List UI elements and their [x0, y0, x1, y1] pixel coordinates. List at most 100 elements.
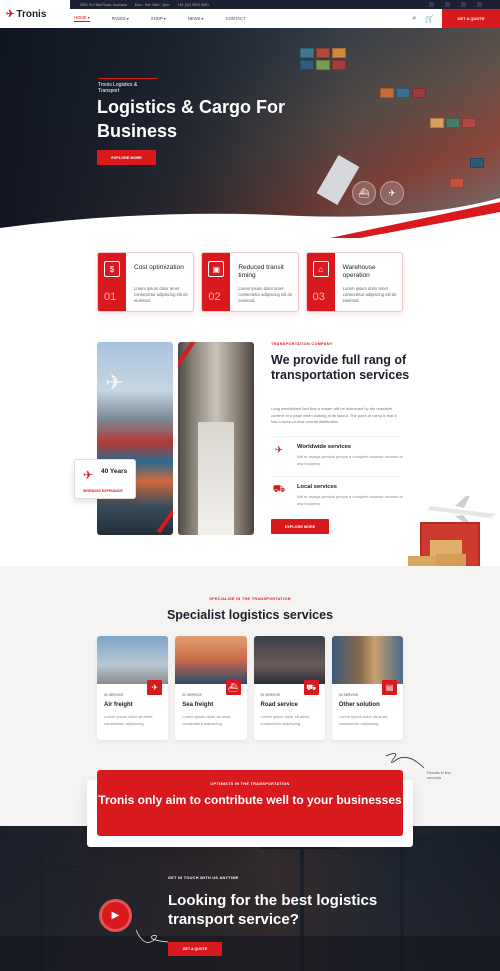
- search-icon[interactable]: ⌕: [412, 15, 416, 23]
- service-text: We're always provide people a complete s…: [297, 494, 404, 506]
- feature-card: $ 01 Cost optimization Lorem ipsum dolor…: [97, 252, 195, 312]
- hero-subtitle: Tronis Logistics & Transport: [98, 78, 158, 94]
- top-info-bar: 3891 St Kilda Road, Australia Mon - Sat:…: [70, 0, 500, 9]
- nav-item-home[interactable]: HOME ▾: [74, 15, 90, 22]
- truck-icon: ⛟: [303, 680, 319, 695]
- experience-label: WORKING EXPRIANCE: [83, 489, 123, 493]
- warehouse-image: [178, 342, 254, 535]
- service-card-other[interactable]: ▤ 04 SERVICE Other solution Lorem ipsum …: [331, 636, 403, 740]
- contact-tag: GET IN TOUCH WITH US ANYTIME: [168, 876, 239, 880]
- contact-quote-button[interactable]: GET A QUOTE: [168, 942, 222, 956]
- card-number: 01 SERVICE: [104, 693, 124, 697]
- sea-freight-image: [175, 636, 247, 684]
- service-title: Local services: [297, 484, 337, 490]
- money-icon: $: [104, 261, 120, 277]
- social-links: [429, 2, 490, 7]
- about-explore-button[interactable]: EXPLORE MORE: [271, 519, 329, 534]
- other-solution-image: [331, 636, 403, 684]
- airplane-port-image: ✈: [97, 342, 173, 535]
- card-title: Other solution: [338, 702, 380, 708]
- about-title: We provide full rang of transportation s…: [271, 353, 410, 382]
- card-title: Road service: [260, 702, 298, 708]
- service-text: We're always provide people a complete s…: [297, 454, 404, 466]
- card-title: Sea freight: [182, 702, 214, 708]
- play-video-button[interactable]: ▶: [99, 899, 132, 932]
- hero-explore-button[interactable]: EXPLORE MORE: [97, 150, 156, 165]
- experience-box: ✈ 40 Years WORKING EXPRIANCE: [74, 459, 136, 499]
- linkedin-icon[interactable]: [477, 2, 482, 7]
- feature-card: ▣ 02 Reduced transit timing Lorem ipsum …: [201, 252, 299, 312]
- nav-item-contact[interactable]: CONTACT: [226, 16, 246, 21]
- air-freight-image: [97, 636, 169, 684]
- results-note: Results in few seconds: [427, 771, 451, 780]
- nav-item-news[interactable]: NEWS ▾: [188, 16, 204, 21]
- service-card-road[interactable]: ⛟ 03 SERVICE Road service Lorem ipsum do…: [253, 636, 325, 740]
- hero-title: Logistics & Cargo For Business: [97, 97, 286, 141]
- play-icon: ▶: [111, 910, 120, 921]
- card-text: Lorem ipsum dolor sit amet, consectetur …: [104, 714, 154, 726]
- feature-number: 03: [312, 291, 325, 303]
- instagram-icon[interactable]: [461, 2, 466, 7]
- main-nav: HOME ▾ PAGES ▾ SHOP ▾ NEWS ▾ CONTACT ⌕ 🛒: [70, 9, 442, 28]
- service-item-worldwide: ✈ Worldwide services We're always provid…: [271, 436, 403, 476]
- get-quote-button[interactable]: GET A QUOTE: [442, 9, 500, 28]
- feature-text: Lorem ipsum dolor amet consectetur adipi…: [134, 286, 188, 303]
- feature-text: Lorem ipsum dolor amet consectetur adipi…: [342, 286, 397, 303]
- feature-title: Reduced transit timing: [238, 264, 284, 279]
- card-title: Air freight: [104, 702, 133, 708]
- feature-text: Lorem ipsum dolor amet consectetur adipi…: [238, 286, 293, 303]
- cta-tag: OPTIMISTS IN THE TRANSPORTATION: [210, 782, 290, 786]
- truck-icon: ⛟: [272, 483, 286, 495]
- logo-text: Tronis: [16, 8, 47, 20]
- hours-text: Mon - Sat: 9am - 5pm: [134, 2, 170, 7]
- card-text: Lorem ipsum dolor sit amet, consectetur …: [260, 714, 310, 726]
- specialist-title: Specialist logistics services: [166, 608, 334, 622]
- cta-box: OPTIMISTS IN THE TRANSPORTATION Tronis o…: [97, 770, 403, 836]
- plane-icon: ✈: [380, 181, 404, 205]
- experience-years: 40 Years: [101, 468, 128, 475]
- service-item-local: ⛟ Local services We're always provide pe…: [271, 476, 403, 516]
- cart-icon[interactable]: 🛒: [425, 15, 434, 23]
- phone-text[interactable]: +61 (0)3 9510 8961: [178, 3, 209, 7]
- service-card-air[interactable]: ✈ 01 SERVICE Air freight Lorem ipsum dol…: [97, 636, 169, 740]
- feature-number: 02: [208, 291, 221, 303]
- ship-icon: ⛴: [225, 680, 241, 695]
- about-text: Long established fact that a reader will…: [271, 406, 397, 424]
- specialist-tag: SPECIALISE IN THE TRANSPORTATION: [209, 597, 291, 601]
- warehouse-icon: ⌂: [312, 261, 329, 277]
- airplane-icon: ✈: [105, 370, 124, 395]
- box-icon: ▣: [208, 261, 225, 277]
- card-number: 03 SERVICE: [260, 693, 281, 697]
- nav-item-shop[interactable]: SHOP ▾: [151, 16, 166, 21]
- facebook-icon[interactable]: [429, 2, 434, 7]
- card-number: 02 SERVICE: [182, 693, 202, 697]
- road-service-image: [253, 636, 325, 684]
- card-text: Lorem ipsum dolor sit amet, consectetur …: [338, 714, 389, 726]
- card-number: 04 SERVICE: [338, 693, 359, 697]
- feature-cards: $ 01 Cost optimization Lorem ipsum dolor…: [97, 252, 403, 312]
- contact-title: Looking for the best logistics transport…: [168, 892, 378, 928]
- nav-item-pages[interactable]: PAGES ▾: [112, 16, 129, 21]
- service-cards: ✈ 01 SERVICE Air freight Lorem ipsum dol…: [97, 636, 403, 740]
- curly-arrow-decoration: [135, 929, 169, 943]
- globe-plane-icon: ✈: [83, 468, 94, 482]
- feature-card: ⌂ 03 Warehouse operation Lorem ipsum dol…: [305, 252, 403, 312]
- twitter-icon[interactable]: [445, 2, 450, 7]
- forklift-icon: ▤: [382, 680, 397, 695]
- cta-title: Tronis only aim to contribute well to yo…: [98, 793, 402, 807]
- card-text: Lorem ipsum dolor sit amet, consectetur …: [182, 714, 232, 726]
- feature-title: Warehouse operation: [342, 264, 376, 279]
- curly-arrow-decoration: [385, 753, 425, 769]
- service-card-sea[interactable]: ⛴ 02 SERVICE Sea freight Lorem ipsum dol…: [175, 636, 247, 740]
- service-title: Worldwide services: [297, 444, 352, 450]
- page: ✈ Tronis 3891 St Kilda Road, Australia M…: [0, 0, 500, 971]
- logo-plane-icon: ✈: [6, 8, 15, 20]
- plane-icon: ✈: [274, 444, 284, 456]
- hero-wave-shape: [0, 198, 500, 238]
- feature-number: 01: [104, 291, 117, 303]
- address-text: 3891 St Kilda Road, Australia: [80, 2, 127, 7]
- hero-icons: ⛴ ✈: [352, 181, 404, 205]
- logo[interactable]: ✈ Tronis: [0, 0, 70, 28]
- about-tag: TRANSPORTATION COMPANY: [271, 342, 333, 346]
- ship-icon: ⛴: [352, 181, 376, 205]
